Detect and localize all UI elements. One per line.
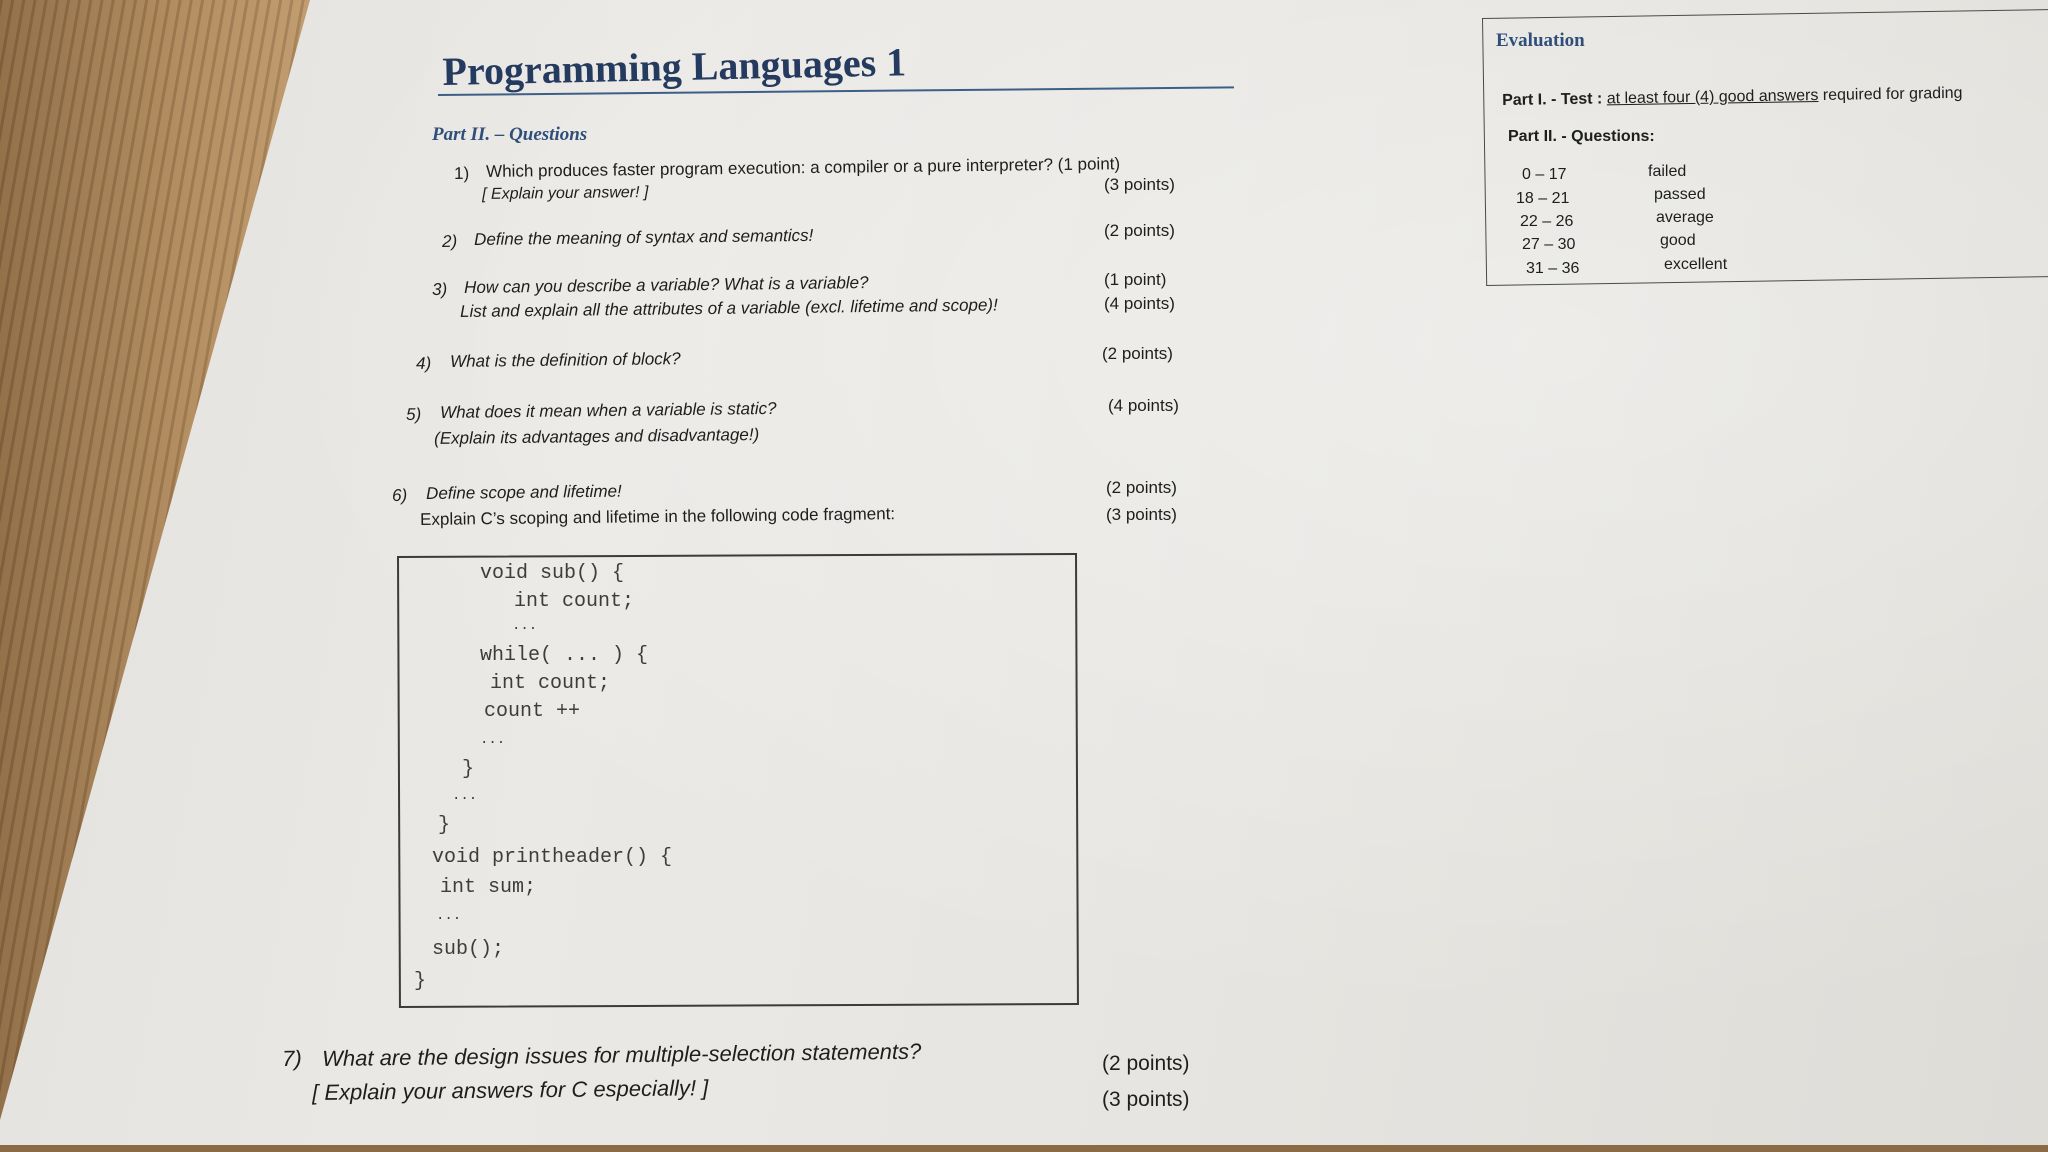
question-6-text: Define scope and lifetime! [426, 481, 622, 503]
question-6-points-a: (2 points) [1106, 478, 1177, 497]
code-line: ... [480, 732, 506, 748]
code-line: int count; [514, 590, 635, 613]
question-4-text: What is the definition of block? [450, 349, 681, 371]
code-line: count ++ [484, 700, 581, 723]
grade-range: 27 – 30 [1522, 236, 1576, 253]
grade-label: failed [1648, 163, 1687, 180]
code-line: sub(); [432, 938, 505, 961]
grade-range: 0 – 17 [1522, 166, 1567, 183]
grade-range: 18 – 21 [1516, 190, 1570, 207]
part1-rest: required for grading [1822, 84, 1963, 104]
question-3-number: 3) [432, 279, 448, 299]
question-5-number: 5) [406, 404, 422, 424]
code-line: ... [452, 788, 478, 804]
question-2-points: (2 points) [1104, 221, 1175, 240]
question-7-points-a: (2 points) [1102, 1052, 1190, 1075]
grade-range: 31 – 36 [1526, 260, 1580, 277]
code-line: } [438, 814, 451, 837]
grade-label: average [1656, 209, 1714, 226]
part1-requirement: at least four (4) good answers [1606, 87, 1819, 108]
evaluation-title: Evaluation [1496, 30, 1585, 51]
code-line: } [414, 970, 427, 993]
question-5-subtext: (Explain its advantages and disadvantage… [434, 425, 760, 448]
part1-label: Part I. - Test : [1502, 90, 1603, 109]
question-4-points: (2 points) [1102, 344, 1173, 363]
grade-label: excellent [1664, 256, 1728, 273]
question-1-subtext: [ Explain your answer! ] [482, 183, 649, 203]
section-heading: Part II. – Questions [432, 124, 588, 145]
question-6-points-b: (3 points) [1106, 505, 1177, 524]
code-line: void printheader() { [432, 846, 673, 869]
question-1-points: (3 points) [1104, 175, 1175, 194]
question-7-number: 7) [282, 1045, 302, 1071]
code-line: ... [512, 618, 538, 634]
document-title: Programming Languages 1 [442, 39, 907, 94]
question-3-points-b: (4 points) [1104, 294, 1175, 313]
evaluation-part2-label: Part II. - Questions: [1508, 128, 1655, 145]
grade-label: good [1660, 232, 1696, 249]
grade-label: passed [1654, 186, 1706, 203]
code-line: while( ... ) { [480, 644, 649, 667]
code-line: void sub() { [480, 562, 625, 585]
question-2-number: 2) [442, 231, 458, 251]
question-2-text: Define the meaning of syntax and semanti… [474, 225, 814, 249]
code-line: int sum; [440, 876, 537, 899]
question-3-points-a: (1 point) [1104, 270, 1167, 289]
question-1-number: 1) [454, 163, 470, 183]
question-5-points: (4 points) [1108, 396, 1179, 415]
desk-edge [0, 1145, 2048, 1152]
question-7-points-b: (3 points) [1102, 1088, 1190, 1111]
question-7-subtext: [ Explain your answers for C especially!… [312, 1075, 709, 1105]
code-line: int count; [490, 672, 611, 695]
question-6-number: 6) [392, 485, 408, 505]
question-4-number: 4) [416, 353, 432, 373]
code-line: ... [436, 908, 462, 924]
grade-range: 22 – 26 [1520, 213, 1574, 230]
question-5-text: What does it mean when a variable is sta… [440, 398, 777, 422]
code-line: } [462, 758, 475, 781]
